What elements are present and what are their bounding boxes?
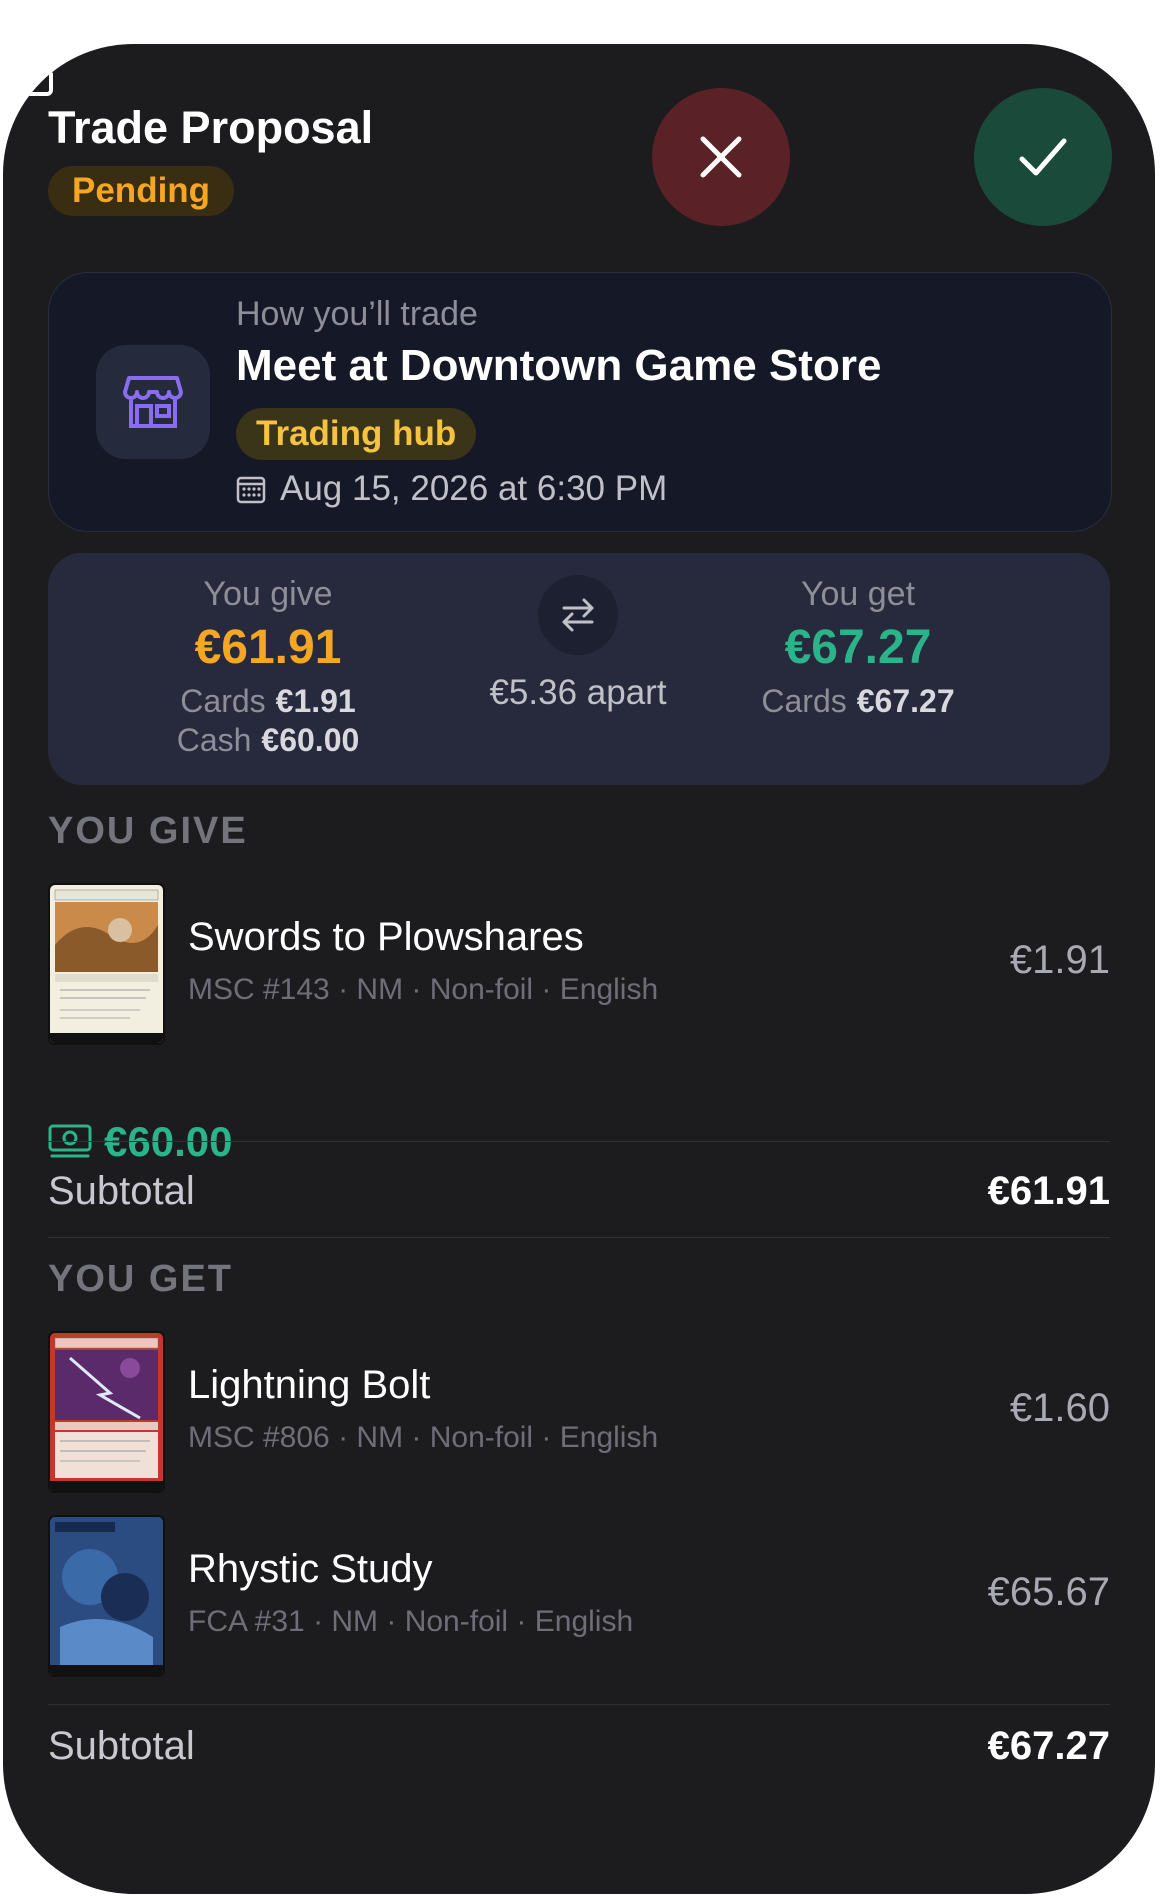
- get-cards-label: Cards: [761, 683, 847, 719]
- get-cards-line: Cards €67.27: [688, 683, 1028, 720]
- decline-button[interactable]: [652, 88, 790, 226]
- give-cards-line: Cards €1.91: [98, 683, 438, 720]
- close-icon: [700, 136, 742, 178]
- list-item[interactable]: Rhystic Study FCA #31 · NM · Non-foil · …: [48, 1515, 1110, 1677]
- you-get-heading: YOU GET: [48, 1258, 234, 1300]
- card-name: Lightning Bolt: [188, 1363, 431, 1407]
- divider: [48, 1141, 1110, 1142]
- meetup-place: Meet at Downtown Game Store: [236, 341, 882, 390]
- cash-amount: €60.00: [104, 1118, 233, 1165]
- list-item[interactable]: Swords to Plowshares MSC #143 · NM · Non…: [48, 883, 1110, 1045]
- trade-proposal-screen: Trade Proposal Pending How you’ll trade …: [3, 44, 1155, 1894]
- store-icon: [123, 376, 183, 428]
- give-cash-line: Cash €60.00: [98, 722, 438, 759]
- card-image-rhystic-study: [48, 1515, 165, 1677]
- get-subtotal-value: €67.27: [987, 1724, 1110, 1768]
- give-summary: You give €61.91 Cards €1.91 Cash €60.00: [98, 575, 438, 759]
- swap-indicator: [538, 575, 618, 655]
- value-difference: €5.36 apart: [489, 673, 667, 712]
- give-cash-label: Cash: [176, 722, 252, 758]
- give-cash-value: €60.00: [261, 722, 360, 758]
- card-price: €1.60: [1009, 1386, 1110, 1430]
- edit-button[interactable]: [3, 44, 63, 104]
- meetup-datetime: Aug 15, 2026 at 6:30 PM: [236, 469, 667, 509]
- give-cards-value: €1.91: [275, 683, 356, 719]
- card-name: Swords to Plowshares: [188, 915, 584, 959]
- meetup-label: How you’ll trade: [236, 295, 478, 333]
- meetup-card[interactable]: How you’ll trade Meet at Downtown Game S…: [48, 272, 1112, 532]
- card-price: €65.67: [987, 1570, 1110, 1614]
- card-meta: MSC #143 · NM · Non-foil · English: [188, 973, 659, 1006]
- page-title: Trade Proposal: [48, 102, 374, 153]
- divider: [48, 1704, 1110, 1705]
- get-cards-value: €67.27: [856, 683, 955, 719]
- swap-arrows-icon: [562, 598, 594, 632]
- get-summary-total: €67.27: [784, 621, 932, 674]
- list-item[interactable]: Lightning Bolt MSC #806 · NM · Non-foil …: [48, 1331, 1110, 1493]
- calendar-icon: [236, 476, 266, 504]
- get-summary: You get €67.27 Cards €67.27: [688, 575, 1028, 720]
- cash-line[interactable]: €60.00: [48, 1118, 232, 1166]
- you-give-heading: YOU GIVE: [48, 810, 248, 852]
- give-summary-total: €61.91: [194, 621, 342, 674]
- card-image-lightning-bolt: [48, 1331, 165, 1493]
- card-meta: MSC #806 · NM · Non-foil · English: [188, 1421, 659, 1454]
- trade-summary-card: You give €61.91 Cards €1.91 Cash €60.00 €5…: [48, 553, 1110, 785]
- store-icon-box: [96, 345, 210, 459]
- accept-button[interactable]: [974, 88, 1112, 226]
- cash-icon: [48, 1124, 92, 1158]
- meetup-datetime-text: Aug 15, 2026 at 6:30 PM: [280, 469, 668, 508]
- get-subtotal-label: Subtotal: [48, 1724, 195, 1768]
- trading-hub-badge: Trading hub: [236, 408, 477, 460]
- give-subtotal-value: €61.91: [987, 1169, 1110, 1213]
- card-meta: FCA #31 · NM · Non-foil · English: [188, 1605, 634, 1638]
- divider: [48, 1237, 1110, 1238]
- checkmark-icon: [1019, 138, 1067, 176]
- give-cards-label: Cards: [180, 683, 266, 719]
- give-subtotal-label: Subtotal: [48, 1169, 195, 1213]
- card-image-swords: [48, 883, 165, 1045]
- edit-icon: [11, 50, 57, 96]
- card-price: €1.91: [1009, 938, 1110, 982]
- give-summary-label: You give: [203, 575, 333, 613]
- status-badge: Pending: [48, 166, 235, 216]
- get-summary-label: You get: [800, 575, 916, 613]
- card-name: Rhystic Study: [188, 1547, 433, 1591]
